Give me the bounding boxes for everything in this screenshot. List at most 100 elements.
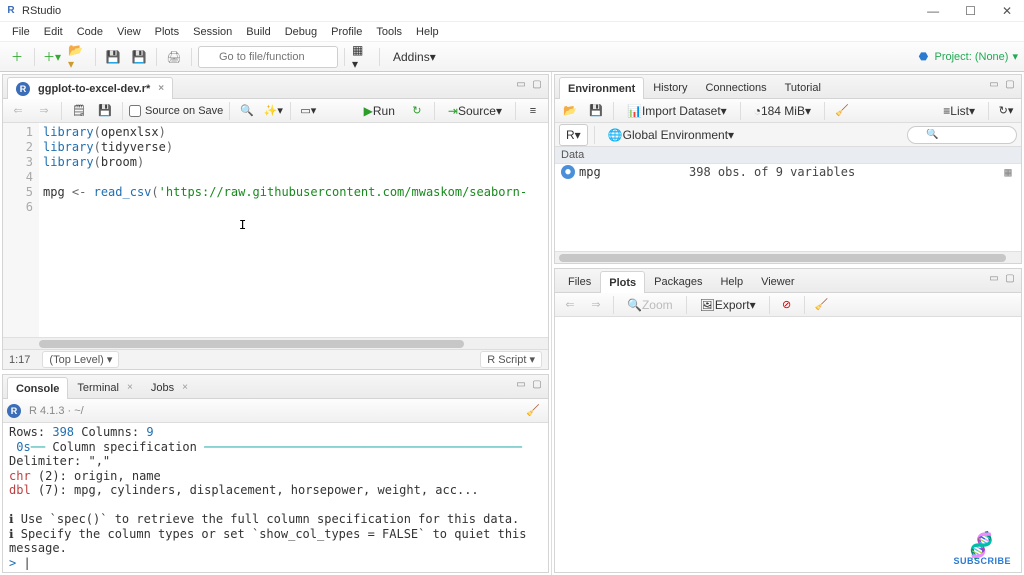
memory-indicator[interactable]: ◔ 184 MiB ▾: [747, 100, 818, 122]
tab-environment[interactable]: Environment: [559, 77, 644, 99]
save-source-icon[interactable]: 💾: [94, 100, 116, 122]
menu-session[interactable]: Session: [187, 24, 238, 40]
menu-edit[interactable]: Edit: [38, 24, 69, 40]
plot-prev-icon[interactable]: ⇐: [559, 294, 581, 316]
maximize-pane-icon[interactable]: ▢: [530, 77, 544, 91]
maximize-console-icon[interactable]: ▢: [530, 377, 544, 391]
view-table-icon[interactable]: ▦: [1001, 165, 1015, 179]
remove-plot-icon[interactable]: ⊘: [776, 294, 798, 316]
menu-help[interactable]: Help: [410, 24, 445, 40]
project-selector[interactable]: ⬣ Project: (None) ▾: [916, 50, 1018, 64]
new-file-icon[interactable]: ＋: [6, 46, 28, 68]
grid-icon[interactable]: ▦ ▾: [351, 46, 373, 68]
maximize-env-icon[interactable]: ▢: [1003, 77, 1017, 91]
minimize-env-icon[interactable]: ▭: [987, 77, 1001, 91]
back-icon[interactable]: ⇐: [7, 100, 29, 122]
rerun-icon[interactable]: ↻: [406, 100, 428, 122]
addins-button[interactable]: Addins ▾: [386, 46, 443, 68]
env-scrollbar-horizontal[interactable]: [555, 251, 1021, 263]
source-on-save-checkbox[interactable]: [129, 105, 141, 117]
minimize-pane-icon[interactable]: ▭: [514, 77, 528, 91]
chevron-down-icon: ▾: [1012, 50, 1018, 63]
menu-plots[interactable]: Plots: [149, 24, 185, 40]
console-output[interactable]: Rows: 398 Columns: 9 0s── Column specifi…: [3, 423, 548, 572]
menu-view[interactable]: View: [111, 24, 147, 40]
sweep-env-icon[interactable]: 🧹: [831, 100, 853, 122]
tab-terminal[interactable]: Terminal ×: [68, 376, 141, 398]
save-icon[interactable]: 💾: [102, 46, 124, 68]
menu-profile[interactable]: Profile: [325, 24, 368, 40]
source-scrollbar-horizontal[interactable]: [3, 337, 548, 349]
plot-next-icon[interactable]: ⇒: [585, 294, 607, 316]
env-var-name: mpg: [579, 165, 689, 179]
minimize-console-icon[interactable]: ▭: [514, 377, 528, 391]
project-icon: ⬣: [916, 50, 930, 64]
menu-code[interactable]: Code: [71, 24, 109, 40]
clear-console-icon[interactable]: 🧹: [522, 400, 544, 422]
tab-files[interactable]: Files: [559, 270, 600, 292]
source-button[interactable]: ⇥ Source ▾: [441, 100, 509, 122]
outline-icon[interactable]: ≡: [522, 100, 544, 122]
goto-file-input[interactable]: [198, 46, 338, 68]
menu-file[interactable]: File: [6, 24, 36, 40]
close-jobs-icon[interactable]: ×: [182, 382, 188, 393]
menu-build[interactable]: Build: [240, 24, 276, 40]
import-dataset-button[interactable]: 📊 Import Dataset ▾: [620, 100, 734, 122]
tab-help[interactable]: Help: [711, 270, 752, 292]
language-selector[interactable]: R Script ▾: [480, 351, 542, 368]
find-icon[interactable]: 🔍: [236, 100, 258, 122]
cursor-position: 1:17: [9, 354, 30, 366]
source-tab-label: ggplot-to-excel-dev.r*: [38, 83, 150, 95]
plot-canvas: 🧬 SUBSCRIBE: [555, 317, 1021, 572]
text-cursor: I: [239, 218, 246, 233]
source-tab[interactable]: R ggplot-to-excel-dev.r* ×: [7, 77, 173, 99]
minimize-icon[interactable]: —: [923, 4, 943, 18]
tab-console[interactable]: Console: [7, 377, 68, 399]
tab-viewer[interactable]: Viewer: [752, 270, 803, 292]
tab-tutorial[interactable]: Tutorial: [776, 76, 830, 98]
view-mode-selector[interactable]: ≡ List ▾: [936, 100, 982, 122]
menu-tools[interactable]: Tools: [370, 24, 408, 40]
save-workspace-icon[interactable]: 💾: [585, 100, 607, 122]
maximize-icon[interactable]: ☐: [961, 4, 980, 18]
env-scope-selector[interactable]: 🌐 Global Environment ▾: [601, 124, 741, 146]
source-editor[interactable]: 1 2 3 4 5 6 library(openxlsx) library(ti…: [3, 123, 548, 337]
refresh-env-icon[interactable]: ↻▾: [995, 100, 1017, 122]
close-tab-icon[interactable]: ×: [158, 83, 164, 94]
report-icon[interactable]: ▭▾: [297, 100, 319, 122]
menu-debug[interactable]: Debug: [279, 24, 323, 40]
close-icon[interactable]: ✕: [998, 4, 1016, 18]
clear-plots-icon[interactable]: 🧹: [811, 294, 833, 316]
project-label: Project: (None): [934, 51, 1008, 63]
tab-plots[interactable]: Plots: [600, 271, 645, 293]
run-button[interactable]: ▶ Run: [357, 100, 402, 122]
tab-jobs[interactable]: Jobs ×: [142, 376, 197, 398]
tab-history[interactable]: History: [644, 76, 696, 98]
maximize-plots-icon[interactable]: ▢: [1003, 271, 1017, 285]
export-button[interactable]: 🖼 Export ▾: [693, 294, 763, 316]
wand-icon[interactable]: ✨▾: [262, 100, 284, 122]
load-workspace-icon[interactable]: 📂: [559, 100, 581, 122]
zoom-button[interactable]: 🔍 Zoom: [620, 294, 680, 316]
minimize-plots-icon[interactable]: ▭: [987, 271, 1001, 285]
show-doc-icon[interactable]: 🗒: [68, 100, 90, 122]
env-var-desc: 398 obs. of 9 variables: [689, 165, 1001, 179]
tab-packages[interactable]: Packages: [645, 270, 711, 292]
forward-icon[interactable]: ⇒: [33, 100, 55, 122]
code-area[interactable]: library(openxlsx) library(tidyverse) lib…: [39, 123, 548, 337]
tab-connections[interactable]: Connections: [696, 76, 775, 98]
print-icon[interactable]: 🖨: [163, 46, 185, 68]
open-file-icon[interactable]: 📂▾: [67, 46, 89, 68]
line-gutter: 1 2 3 4 5 6: [3, 123, 39, 337]
env-variable-row[interactable]: ● mpg 398 obs. of 9 variables ▦: [555, 164, 1021, 180]
save-all-icon[interactable]: 💾: [128, 46, 150, 68]
env-data-header: Data: [555, 147, 1021, 164]
subscribe-watermark: 🧬 SUBSCRIBE: [953, 536, 1011, 566]
new-project-icon[interactable]: ＋▾: [41, 46, 63, 68]
r-console-icon: R: [7, 404, 21, 418]
search-env-input[interactable]: [907, 126, 1017, 144]
dna-icon: 🧬: [966, 533, 998, 560]
close-terminal-icon[interactable]: ×: [127, 382, 133, 393]
language-scope-selector[interactable]: R ▾: [559, 124, 588, 146]
scope-selector[interactable]: (Top Level) ▾: [42, 351, 119, 368]
